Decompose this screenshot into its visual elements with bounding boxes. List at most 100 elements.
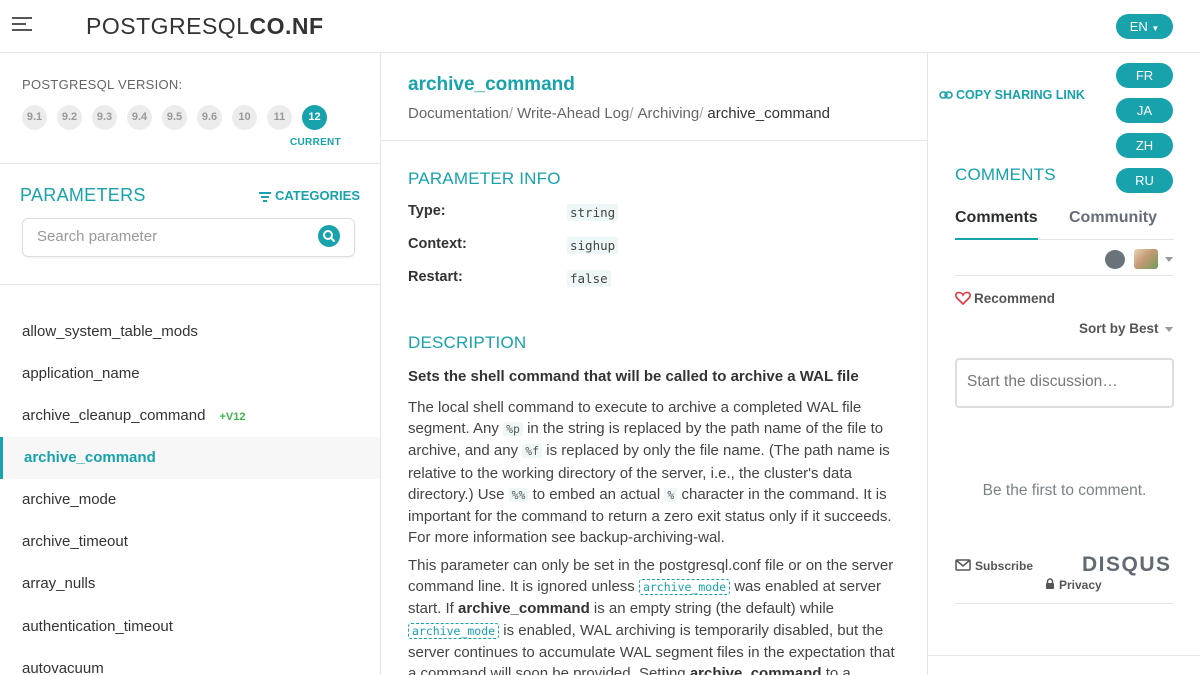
desc-text: to a bbox=[821, 665, 851, 675]
param-item-label: autovacuum bbox=[22, 660, 104, 675]
param-item-label: archive_mode bbox=[22, 491, 117, 508]
tab-active-indicator bbox=[955, 238, 1038, 240]
logo-text-light: POSTGRESQL bbox=[86, 13, 250, 39]
footer-divider bbox=[955, 603, 1174, 604]
tab-comments[interactable]: Comments bbox=[955, 209, 1038, 227]
recommend-button[interactable]: Recommend bbox=[955, 291, 1055, 306]
param-item-label: application_name bbox=[22, 365, 140, 382]
heart-icon bbox=[955, 291, 971, 306]
desc-bold: archive_command bbox=[458, 600, 590, 618]
breadcrumb-write-ahead-log[interactable]: Write-Ahead Log bbox=[517, 105, 629, 122]
breadcrumb-archiving[interactable]: Archiving bbox=[638, 105, 700, 122]
param-item-archive-command[interactable]: archive_command bbox=[0, 437, 380, 479]
desc-text: is an empty string (the default) while bbox=[589, 600, 835, 618]
version-12[interactable]: 12 bbox=[302, 105, 327, 130]
sidebar: POSTGRESQL VERSION: 9.1 9.2 9.3 9.4 9.5 … bbox=[0, 53, 381, 675]
comment-input[interactable]: Start the discussion… bbox=[955, 358, 1174, 408]
breadcrumb-documentation[interactable]: Documentation bbox=[408, 105, 509, 122]
version-10[interactable]: 10 bbox=[232, 105, 257, 130]
info-context-label: Context: bbox=[408, 236, 467, 252]
comments-panel: COMMENTS Comments Community Recommend So… bbox=[927, 53, 1200, 675]
sort-dropdown[interactable]: Sort by Best bbox=[1079, 321, 1159, 336]
search-divider bbox=[0, 284, 381, 285]
menu-icon[interactable] bbox=[12, 17, 32, 33]
desc-text: to embed an actual bbox=[528, 485, 665, 503]
description-summary: Sets the shell command that will be call… bbox=[408, 366, 903, 387]
param-item-archive-cleanup-command[interactable]: archive_cleanup_command +V12 bbox=[0, 395, 380, 437]
breadcrumb: Documentation/Write-Ahead Log/Archiving/… bbox=[408, 105, 830, 122]
description-paragraph-1: The local shell command to execute to ar… bbox=[408, 397, 903, 548]
param-item-label: array_nulls bbox=[22, 575, 96, 592]
avatar[interactable] bbox=[1134, 249, 1158, 269]
privacy-button[interactable]: Privacy bbox=[1045, 578, 1102, 592]
description-paragraph-2: This parameter can only be set in the po… bbox=[408, 555, 903, 675]
code-inline: %% bbox=[508, 487, 529, 502]
version-11[interactable]: 11 bbox=[267, 105, 292, 130]
lang-en-button[interactable]: EN ▼ bbox=[1116, 14, 1173, 39]
site-logo[interactable]: POSTGRESQLCO.NF bbox=[86, 13, 324, 40]
search-input[interactable] bbox=[37, 228, 307, 245]
description-title: DESCRIPTION bbox=[408, 333, 527, 352]
header-divider bbox=[381, 140, 927, 141]
lock-icon bbox=[1046, 578, 1054, 589]
desc-bold: archive_command bbox=[689, 665, 822, 675]
version-9-3[interactable]: 9.3 bbox=[92, 105, 117, 130]
search-icon bbox=[323, 230, 335, 242]
version-9-4[interactable]: 9.4 bbox=[127, 105, 152, 130]
recommend-label: Recommend bbox=[974, 291, 1056, 306]
page-title: archive_command bbox=[408, 74, 575, 95]
param-item-archive-timeout[interactable]: archive_timeout bbox=[0, 521, 380, 563]
param-item-label: authentication_timeout bbox=[22, 618, 173, 635]
main-content: archive_command Documentation/Write-Ahea… bbox=[381, 53, 1085, 675]
search-box bbox=[22, 218, 355, 257]
chevron-down-icon: ▼ bbox=[1151, 24, 1160, 33]
categories-button[interactable]: CATEGORIES bbox=[259, 188, 360, 204]
version-9-2[interactable]: 9.2 bbox=[57, 105, 82, 130]
chevron-down-icon[interactable] bbox=[1165, 257, 1173, 262]
disqus-logo[interactable]: DISQUS bbox=[1082, 553, 1172, 577]
chevron-down-icon[interactable] bbox=[1165, 327, 1173, 332]
version-9-5[interactable]: 9.5 bbox=[162, 105, 187, 130]
param-item-authentication-timeout[interactable]: authentication_timeout bbox=[0, 606, 380, 648]
param-item-autovacuum[interactable]: autovacuum bbox=[0, 648, 380, 675]
info-restart-value: false bbox=[567, 270, 611, 287]
lang-en-label: EN bbox=[1129, 19, 1148, 34]
info-type-value: string bbox=[567, 204, 619, 221]
code-inline: %f bbox=[522, 444, 543, 459]
mail-icon bbox=[955, 559, 971, 571]
param-item-array-nulls[interactable]: array_nulls bbox=[0, 563, 380, 605]
summary-text: Sets the shell command that will be call… bbox=[408, 368, 859, 385]
notification-bubble-icon[interactable] bbox=[1105, 250, 1125, 269]
parameters-title: PARAMETERS bbox=[20, 185, 146, 205]
comments-title: COMMENTS bbox=[955, 165, 1056, 184]
categories-label: CATEGORIES bbox=[275, 188, 360, 203]
logo-text-bold: CO.NF bbox=[249, 13, 324, 39]
privacy-label: Privacy bbox=[1059, 578, 1102, 592]
top-header: POSTGRESQLCO.NF bbox=[0, 0, 1200, 53]
code-inline: % bbox=[664, 487, 678, 502]
breadcrumb-current: archive_command bbox=[707, 105, 830, 122]
tab-community[interactable]: Community bbox=[1069, 209, 1157, 227]
subscribe-button[interactable]: Subscribe bbox=[955, 559, 1033, 573]
panel-bottom-divider bbox=[928, 655, 1200, 656]
param-item-label: archive_cleanup_command bbox=[22, 407, 206, 424]
code-inline: %p bbox=[503, 422, 523, 437]
archive-mode-link[interactable]: archive_mode bbox=[408, 622, 500, 639]
param-item-label: archive_timeout bbox=[22, 533, 128, 550]
comments-divider bbox=[955, 275, 1174, 276]
archive-mode-link[interactable]: archive_mode bbox=[638, 579, 731, 596]
subscribe-label: Subscribe bbox=[975, 559, 1034, 573]
search-button[interactable] bbox=[318, 225, 340, 247]
breadcrumb-separator: / bbox=[629, 105, 634, 122]
param-item-application-name[interactable]: application_name bbox=[0, 353, 380, 395]
current-version-label: CURRENT bbox=[290, 137, 341, 148]
param-item-allow-system-table-mods[interactable]: allow_system_table_mods bbox=[0, 311, 380, 353]
info-type-label: Type: bbox=[408, 203, 446, 219]
empty-comments-text: Be the first to comment. bbox=[982, 482, 1147, 499]
version-9-1[interactable]: 9.1 bbox=[22, 105, 47, 130]
breadcrumb-separator: / bbox=[699, 105, 704, 122]
param-item-label: allow_system_table_mods bbox=[22, 323, 198, 340]
parameter-info-title: PARAMETER INFO bbox=[408, 169, 561, 188]
param-item-archive-mode[interactable]: archive_mode bbox=[0, 479, 380, 521]
version-9-6[interactable]: 9.6 bbox=[197, 105, 222, 130]
